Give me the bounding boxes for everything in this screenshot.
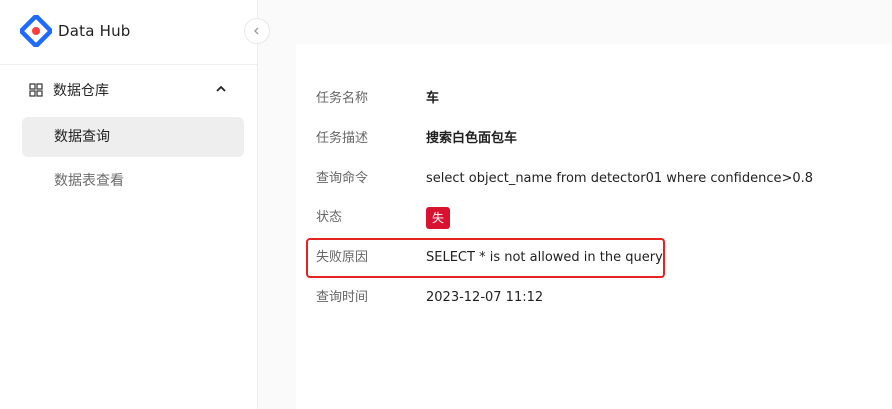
- sidebar-item-label: 数据查询: [54, 129, 110, 145]
- content-gutter: [258, 0, 296, 409]
- sidebar: Data Hub 数据仓库 数据查询 数据表查看: [0, 0, 258, 409]
- status-label: 状态: [316, 210, 343, 225]
- menu-group-data-warehouse[interactable]: 数据仓库: [0, 70, 257, 110]
- fail-reason-highlight: [306, 238, 665, 278]
- task-desc-value: 搜索白色面包车: [426, 131, 518, 146]
- diamond-logo-icon: [20, 15, 52, 47]
- menu-group-label: 数据仓库: [53, 83, 109, 99]
- task-name-value: 车: [426, 91, 440, 106]
- query-cmd-value: select object_name from detector01 where…: [426, 171, 814, 186]
- chevron-up-icon[interactable]: [214, 82, 228, 96]
- query-time-label: 查询时间: [316, 290, 369, 305]
- sidebar-item-label: 数据表查看: [54, 173, 124, 189]
- task-desc-label: 任务描述: [316, 131, 369, 146]
- sidebar-item-data-query[interactable]: 数据查询: [22, 117, 244, 157]
- brand-header: Data Hub: [0, 0, 257, 65]
- sidebar-collapse-button[interactable]: [244, 18, 270, 44]
- brand-name: Data Hub: [58, 22, 131, 40]
- content-header-strip: [258, 0, 892, 44]
- query-time-value: 2023-12-07 11:12: [426, 290, 544, 305]
- chevron-left-icon: [254, 27, 259, 35]
- task-name-label: 任务名称: [316, 91, 369, 106]
- status-badge: 失败: [426, 207, 451, 247]
- sidebar-item-table-view[interactable]: 数据表查看: [22, 161, 244, 201]
- grid-icon: [29, 83, 43, 97]
- query-cmd-label: 查询命令: [316, 171, 369, 186]
